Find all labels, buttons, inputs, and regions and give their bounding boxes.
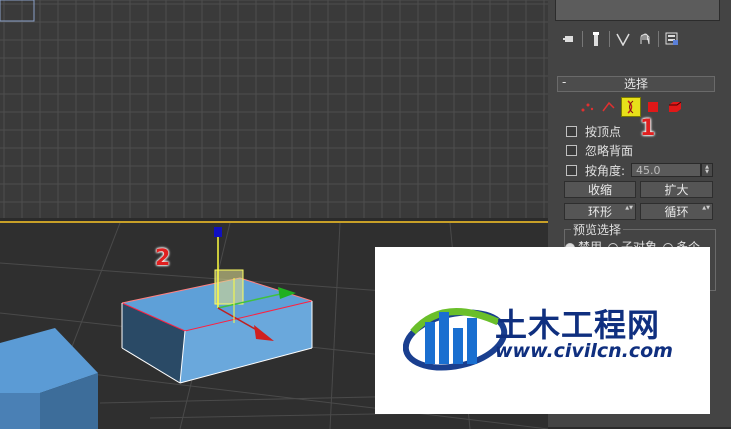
ignore-backfacing-checkbox[interactable] [566,144,577,156]
pin-stack-icon[interactable] [558,30,580,48]
element-icon[interactable] [665,97,685,117]
loop-button[interactable]: 循环 ▲▼ [640,203,713,220]
by-vertex-checkbox[interactable] [566,125,577,137]
subobject-level-buttons [577,97,685,117]
ring-button[interactable]: 环形 ▲▼ [564,203,636,220]
ring-label: 环形 [587,205,612,219]
watermark-url: www.civilcn.com [495,340,673,362]
vertex-icon[interactable] [577,97,597,117]
polygon-icon[interactable] [643,97,663,117]
ring-spinner-arrows[interactable]: ▲▼ [625,206,633,211]
toolbar-separator [582,31,583,47]
toolbar-separator [609,31,610,47]
collapse-toggle[interactable]: - [562,75,566,89]
step-1-annotation: 1 [640,116,656,141]
watermark-overlay: 土木工程网 www.civilcn.com [375,247,710,414]
border-icon[interactable] [621,97,641,117]
top-viewport[interactable] [0,0,548,218]
by-angle-value[interactable]: 45.0 [631,163,701,177]
edge-icon[interactable] [599,97,619,117]
grow-button[interactable]: 扩大 [640,181,713,198]
ignore-backfacing-checkbox-row[interactable]: 忽略背面 [566,142,633,158]
configure-modifier-sets-icon[interactable] [661,30,683,48]
by-angle-spinner[interactable]: 45.0 ▲ ▼ [631,163,713,177]
blue-box-left [0,328,98,429]
viewport-corner-frame [0,0,35,22]
shrink-button[interactable]: 收缩 [564,181,636,198]
preview-selection-title: 预览选择 [571,221,624,238]
step-2-annotation: 2 [155,246,171,271]
ignore-backfacing-label: 忽略背面 [585,143,634,158]
by-angle-checkbox[interactable] [566,164,577,176]
viewport-grid [0,0,548,218]
make-unique-icon[interactable] [634,30,656,48]
by-vertex-checkbox-row[interactable]: 按顶点 [566,123,621,139]
loop-label: 循环 [664,205,689,219]
by-angle-checkbox-row[interactable]: 按角度: [566,162,625,178]
by-angle-label: 按角度: [585,163,626,178]
by-vertex-label: 按顶点 [585,124,622,139]
modifier-toggle-icon[interactable] [585,30,607,48]
spinner-arrows[interactable]: ▲ ▼ [701,163,713,177]
loop-spinner-arrows[interactable]: ▲▼ [702,206,710,211]
selection-rollout-header[interactable]: - 选择 [557,75,715,92]
rollout-title: 选择 [623,77,648,91]
modifier-stack-toolbar [558,29,718,49]
toolbar-separator [658,31,659,47]
modifier-stack-list[interactable] [555,0,720,21]
show-end-result-icon[interactable] [612,30,634,48]
